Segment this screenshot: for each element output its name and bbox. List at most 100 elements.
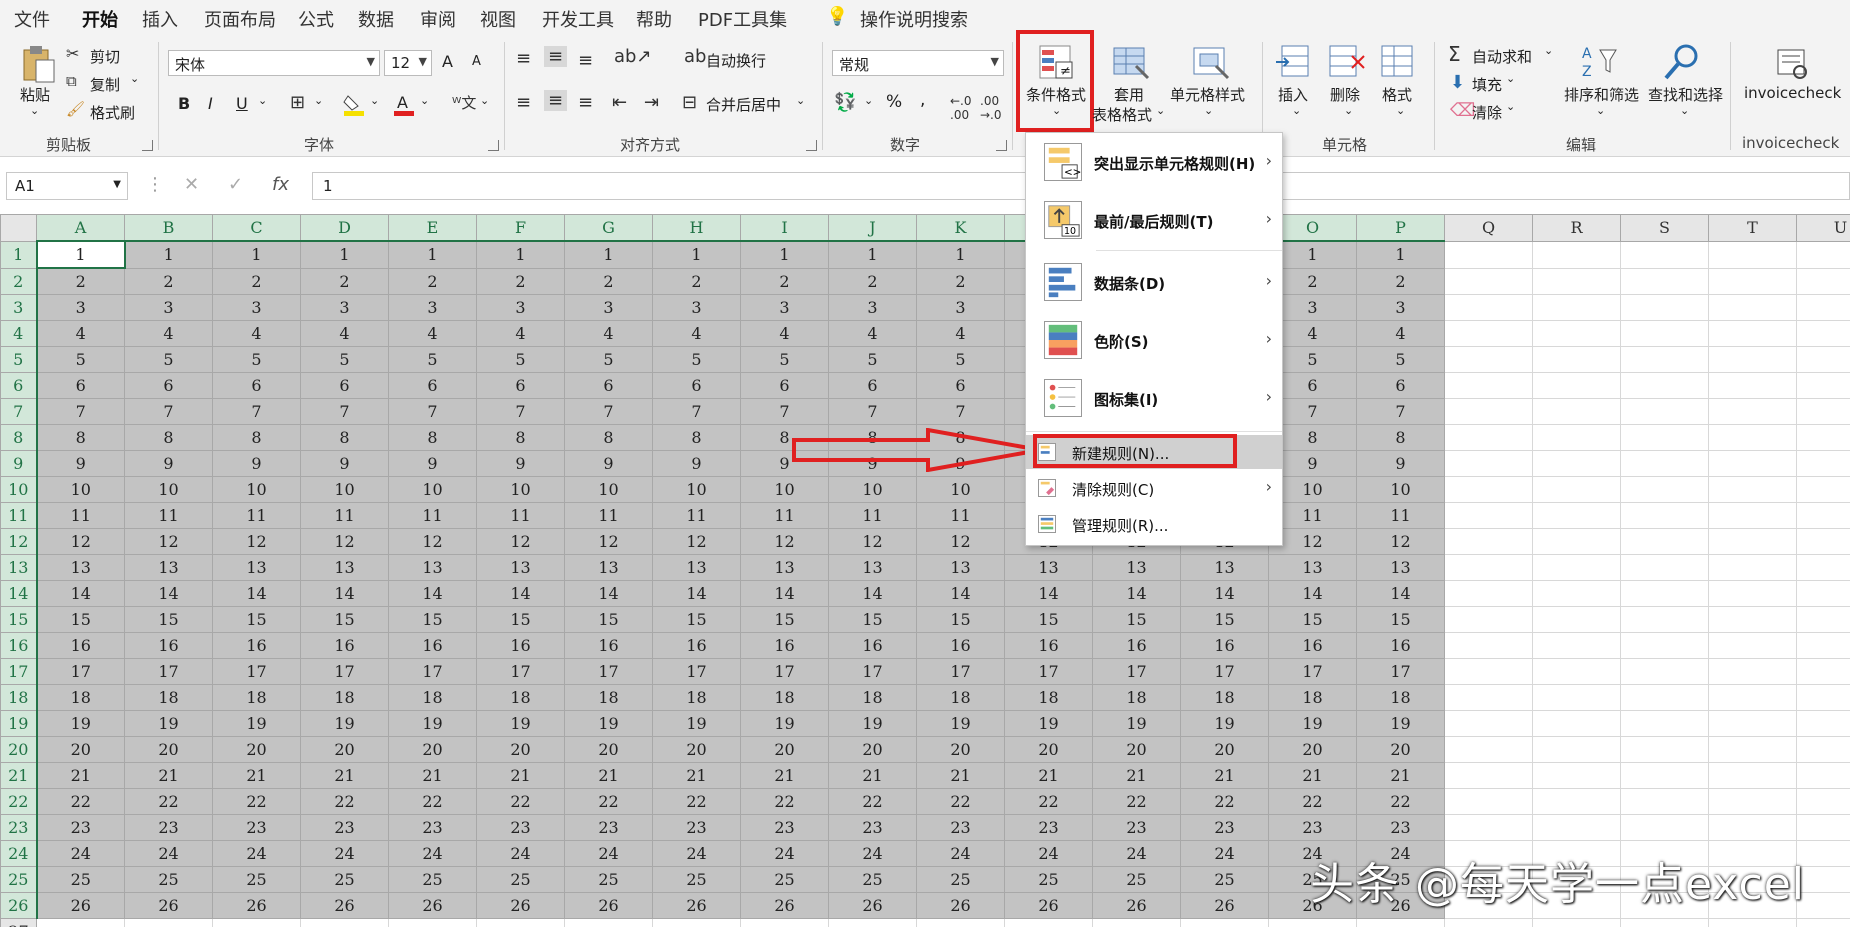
- column-header-S[interactable]: S: [1620, 214, 1709, 242]
- cell-G8[interactable]: 8: [564, 424, 653, 451]
- row-header-21[interactable]: 21: [0, 762, 38, 789]
- cell-D3[interactable]: 3: [300, 294, 389, 321]
- cell-F2[interactable]: 2: [476, 267, 565, 295]
- cell-I26[interactable]: 26: [740, 892, 829, 919]
- column-header-Q[interactable]: Q: [1444, 214, 1533, 242]
- cell-K10[interactable]: 10: [916, 476, 1005, 503]
- cell-F12[interactable]: 12: [476, 528, 565, 555]
- cell-S27[interactable]: [1620, 918, 1709, 927]
- tab-review[interactable]: 审阅: [420, 6, 456, 32]
- cell-R23[interactable]: [1532, 814, 1621, 841]
- cell-S3[interactable]: [1620, 294, 1709, 321]
- cell-J20[interactable]: 20: [828, 736, 917, 763]
- cell-A16[interactable]: 16: [36, 632, 125, 659]
- cell-U7[interactable]: [1796, 398, 1850, 425]
- cell-I16[interactable]: 16: [740, 632, 829, 659]
- cell-I7[interactable]: 7: [740, 398, 829, 425]
- cell-L24[interactable]: 24: [1004, 840, 1093, 867]
- cell-B17[interactable]: 17: [124, 658, 213, 685]
- cell-E24[interactable]: 24: [388, 840, 477, 867]
- cell-K26[interactable]: 26: [916, 892, 1005, 919]
- cell-T16[interactable]: [1708, 632, 1797, 659]
- cell-C26[interactable]: 26: [212, 892, 301, 919]
- cell-Q9[interactable]: [1444, 450, 1533, 477]
- cell-G5[interactable]: 5: [564, 346, 653, 373]
- cell-I22[interactable]: 22: [740, 788, 829, 815]
- cell-H27[interactable]: [652, 918, 741, 927]
- cell-F10[interactable]: 10: [476, 476, 565, 503]
- cell-H6[interactable]: 6: [652, 372, 741, 399]
- cell-B25[interactable]: 25: [124, 866, 213, 893]
- cell-E10[interactable]: 10: [388, 476, 477, 503]
- cell-P13[interactable]: 13: [1356, 554, 1445, 581]
- cell-G19[interactable]: 19: [564, 710, 653, 737]
- cell-R10[interactable]: [1532, 476, 1621, 503]
- cell-A27[interactable]: [36, 918, 125, 927]
- cell-P10[interactable]: 10: [1356, 476, 1445, 503]
- decrease-indent-icon[interactable]: ⇤: [612, 92, 627, 113]
- cell-L17[interactable]: 17: [1004, 658, 1093, 685]
- cell-U20[interactable]: [1796, 736, 1850, 763]
- cell-A24[interactable]: 24: [36, 840, 125, 867]
- font-color-chevron-icon[interactable]: ⌄: [420, 94, 429, 107]
- cell-H13[interactable]: 13: [652, 554, 741, 581]
- cell-C11[interactable]: 11: [212, 502, 301, 529]
- cell-T12[interactable]: [1708, 528, 1797, 555]
- tab-data[interactable]: 数据: [358, 6, 394, 32]
- cell-C22[interactable]: 22: [212, 788, 301, 815]
- cell-Q3[interactable]: [1444, 294, 1533, 321]
- cell-L18[interactable]: 18: [1004, 684, 1093, 711]
- cell-N19[interactable]: 19: [1180, 710, 1269, 737]
- cell-H1[interactable]: 1: [652, 240, 741, 269]
- cell-U23[interactable]: [1796, 814, 1850, 841]
- cell-H10[interactable]: 10: [652, 476, 741, 503]
- cell-C20[interactable]: 20: [212, 736, 301, 763]
- cell-U3[interactable]: [1796, 294, 1850, 321]
- cell-F16[interactable]: 16: [476, 632, 565, 659]
- cell-O15[interactable]: 15: [1268, 606, 1357, 633]
- format-as-table-button[interactable]: 表格格式: [1092, 104, 1152, 125]
- cell-B18[interactable]: 18: [124, 684, 213, 711]
- cell-U12[interactable]: [1796, 528, 1850, 555]
- cell-N18[interactable]: 18: [1180, 684, 1269, 711]
- cell-J11[interactable]: 11: [828, 502, 917, 529]
- cell-K25[interactable]: 25: [916, 866, 1005, 893]
- cell-T14[interactable]: [1708, 580, 1797, 607]
- cell-G27[interactable]: [564, 918, 653, 927]
- cell-A13[interactable]: 13: [36, 554, 125, 581]
- tab-view[interactable]: 视图: [480, 6, 516, 32]
- cell-D24[interactable]: 24: [300, 840, 389, 867]
- tab-page-layout[interactable]: 页面布局: [204, 6, 276, 32]
- phonetic-chevron-icon[interactable]: ⌄: [480, 94, 489, 107]
- cell-N13[interactable]: 13: [1180, 554, 1269, 581]
- cell-M15[interactable]: 15: [1092, 606, 1181, 633]
- delete-cells-button[interactable]: 删除: [1330, 84, 1360, 105]
- cell-E27[interactable]: [388, 918, 477, 927]
- cell-T5[interactable]: [1708, 346, 1797, 373]
- row-header-7[interactable]: 7: [0, 398, 38, 425]
- cell-O23[interactable]: 23: [1268, 814, 1357, 841]
- cell-P9[interactable]: 9: [1356, 450, 1445, 477]
- cell-T22[interactable]: [1708, 788, 1797, 815]
- cell-J18[interactable]: 18: [828, 684, 917, 711]
- cell-P17[interactable]: 17: [1356, 658, 1445, 685]
- cell-C7[interactable]: 7: [212, 398, 301, 425]
- cell-F8[interactable]: 8: [476, 424, 565, 451]
- cell-G24[interactable]: 24: [564, 840, 653, 867]
- cell-A19[interactable]: 19: [36, 710, 125, 737]
- cell-B14[interactable]: 14: [124, 580, 213, 607]
- autosum-button[interactable]: 自动求和: [1472, 46, 1532, 67]
- row-header-17[interactable]: 17: [0, 658, 38, 685]
- cell-U11[interactable]: [1796, 502, 1850, 529]
- cell-I14[interactable]: 14: [740, 580, 829, 607]
- cell-R22[interactable]: [1532, 788, 1621, 815]
- cell-S6[interactable]: [1620, 372, 1709, 399]
- cell-Q13[interactable]: [1444, 554, 1533, 581]
- menu-item-icon-sets[interactable]: 图标集(I) ›: [1026, 369, 1282, 427]
- chevron-down-icon[interactable]: ⌄: [1344, 104, 1353, 117]
- row-header-24[interactable]: 24: [0, 840, 38, 867]
- row-header-19[interactable]: 19: [0, 710, 38, 737]
- cell-J10[interactable]: 10: [828, 476, 917, 503]
- chevron-down-icon[interactable]: ⌄: [30, 104, 39, 117]
- cell-B13[interactable]: 13: [124, 554, 213, 581]
